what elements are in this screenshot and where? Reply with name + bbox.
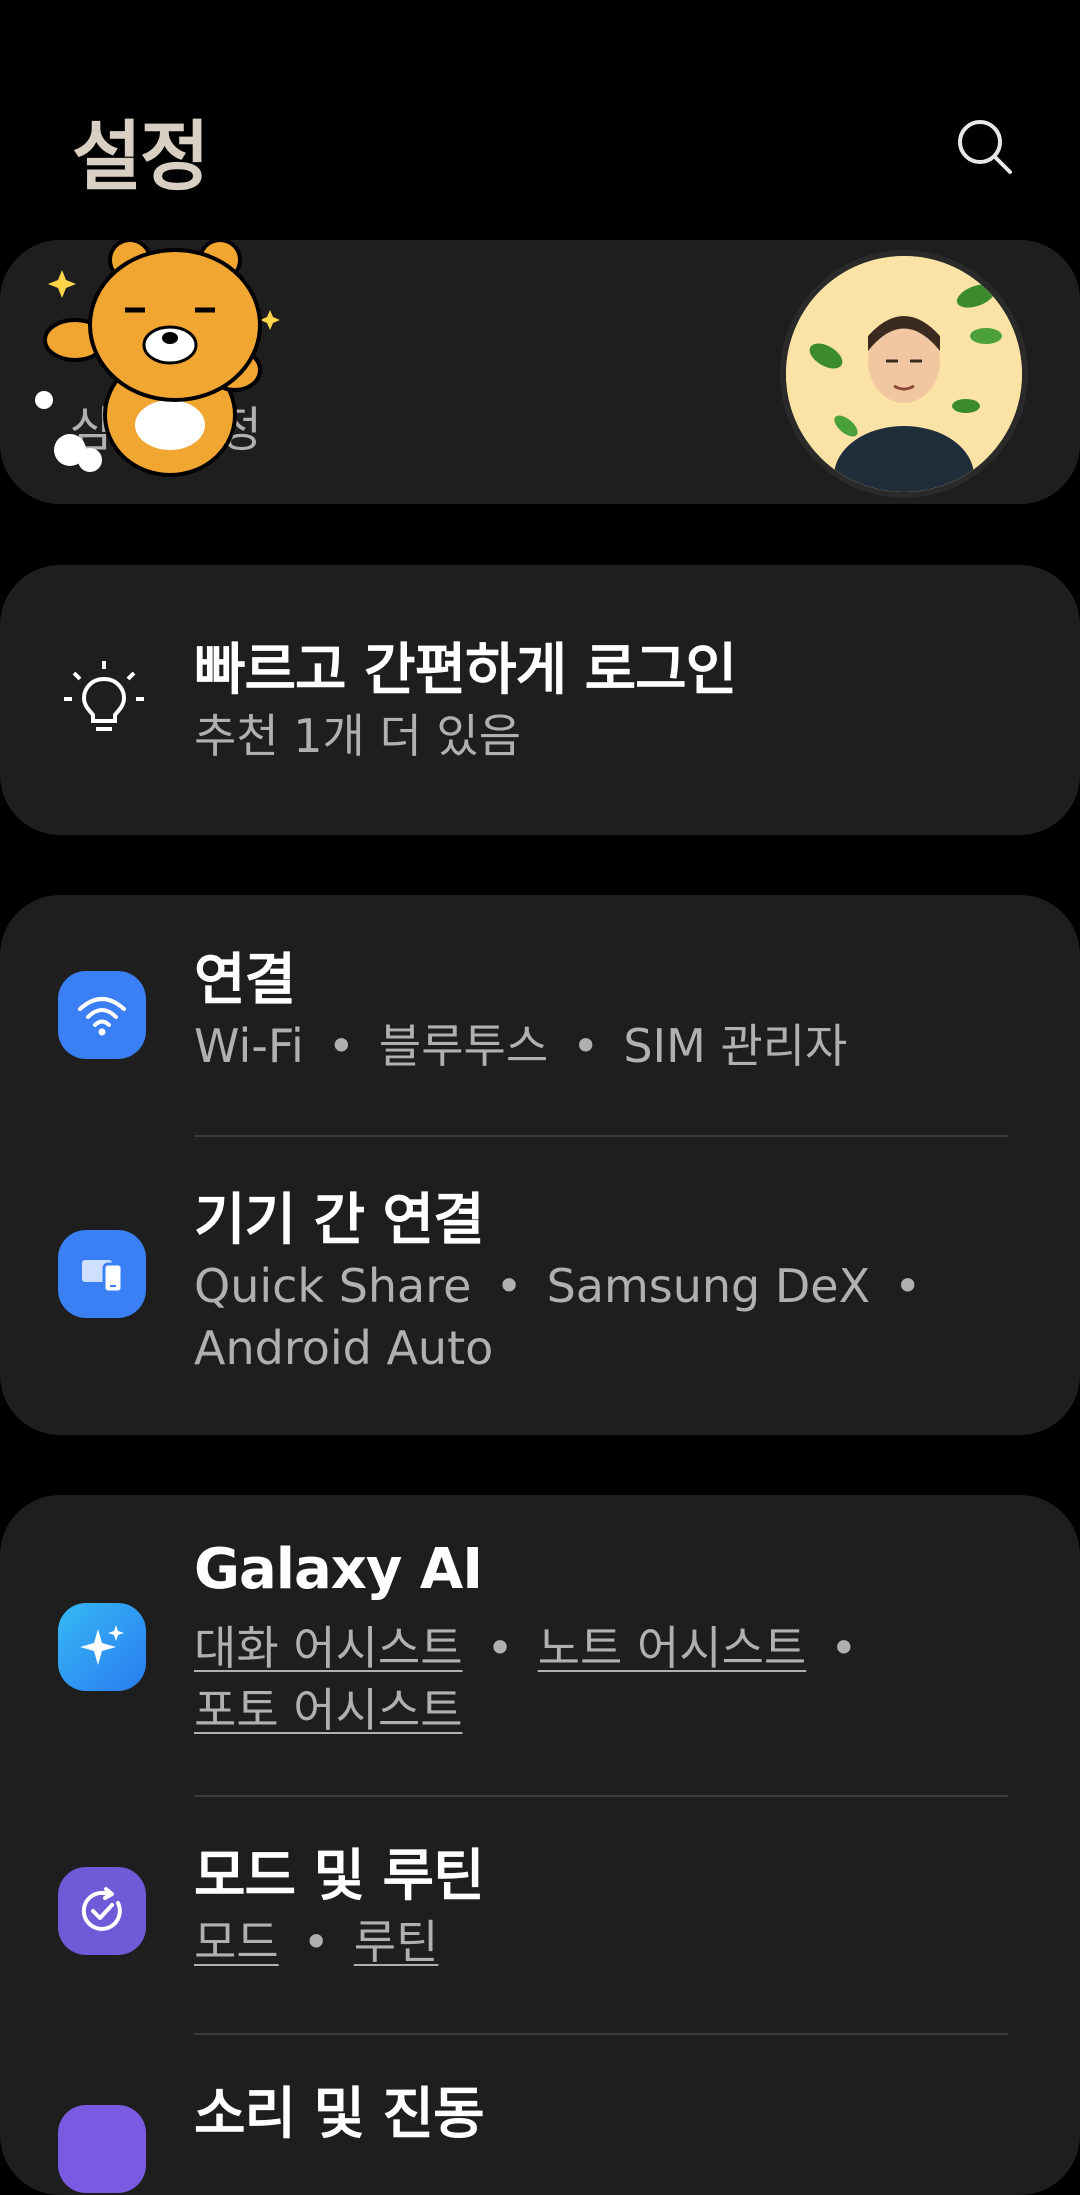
volume-icon	[58, 2105, 146, 2193]
modes-routines-subtitle: 모드 • 루틴	[194, 1911, 1014, 1973]
sub-item: Quick Share	[194, 1259, 472, 1313]
list-item-modes-routines[interactable]: 모드 및 루틴 모드 • 루틴	[0, 1797, 1080, 2033]
separator: •	[486, 1621, 514, 1675]
connected-devices-subtitle: Quick Share • Samsung DeX • Android Auto	[194, 1255, 1014, 1379]
search-icon[interactable]	[950, 112, 1020, 182]
separator: •	[830, 1621, 858, 1675]
header: 설정	[0, 0, 1080, 240]
wifi-icon	[58, 971, 146, 1059]
settings-group-features: Galaxy AI 대화 어시스트 • 노트 어시스트 • 포토 어시스트 모드 및 …	[0, 1495, 1080, 2195]
modes-routines-title: 모드 및 루틴	[194, 1844, 485, 1909]
separator: •	[572, 1019, 600, 1073]
sub-item: Samsung DeX	[546, 1259, 871, 1313]
sub-item: Android Auto	[194, 1321, 494, 1375]
sub-item: Wi-Fi	[194, 1019, 304, 1073]
sub-item: 모드	[194, 1915, 279, 1969]
separator: •	[302, 1915, 330, 1969]
connections-title: 연결	[194, 948, 296, 1013]
page-title: 설정	[72, 112, 210, 201]
separator: •	[894, 1259, 922, 1313]
suggestion-card[interactable]: 빠르고 간편하게 로그인 추천 1개 더 있음	[0, 565, 1080, 835]
connected-devices-title: 기기 간 연결	[194, 1188, 485, 1253]
sound-vibration-title: 소리 및 진동	[194, 2082, 485, 2147]
sub-item: 루틴	[353, 1915, 439, 1969]
sub-item: 대화 어시스트	[194, 1621, 463, 1675]
bear-sticker-icon	[30, 240, 290, 480]
avatar[interactable]	[780, 250, 1028, 498]
list-item-connected-devices[interactable]: 기기 간 연결 Quick Share • Samsung DeX • Android…	[0, 1137, 1080, 1435]
lightbulb-icon	[62, 657, 146, 745]
connections-subtitle: Wi-Fi • 블루투스 • SIM 관리자	[194, 1015, 1014, 1077]
list-item-sound-vibration[interactable]: 소리 및 진동	[0, 2035, 1080, 2195]
galaxy-ai-subtitle: 대화 어시스트 • 노트 어시스트 • 포토 어시스트	[194, 1617, 1014, 1741]
sub-item: 노트 어시스트	[537, 1621, 807, 1675]
devices-icon	[58, 1230, 146, 1318]
suggestion-title: 빠르고 간편하게 로그인	[194, 638, 737, 703]
sub-item: 포토 어시스트	[194, 1683, 463, 1737]
list-item-galaxy-ai[interactable]: Galaxy AI 대화 어시스트 • 노트 어시스트 • 포토 어시스트	[0, 1495, 1080, 1795]
suggestion-subtitle: 추천 1개 더 있음	[194, 709, 522, 763]
sparkle-icon	[58, 1603, 146, 1691]
check-routine-icon	[58, 1867, 146, 1955]
galaxy-ai-title: Galaxy AI	[194, 1537, 483, 1602]
account-card[interactable]: 삼성 계정	[0, 240, 1080, 504]
sub-item: 블루투스	[378, 1019, 549, 1073]
separator: •	[327, 1019, 355, 1073]
separator: •	[495, 1259, 523, 1313]
sub-item: SIM 관리자	[623, 1019, 848, 1073]
list-item-connections[interactable]: 연결 Wi-Fi • 블루투스 • SIM 관리자	[0, 895, 1080, 1135]
settings-group-connections: 연결 Wi-Fi • 블루투스 • SIM 관리자 기기 간 연결 Quick Shar…	[0, 895, 1080, 1435]
